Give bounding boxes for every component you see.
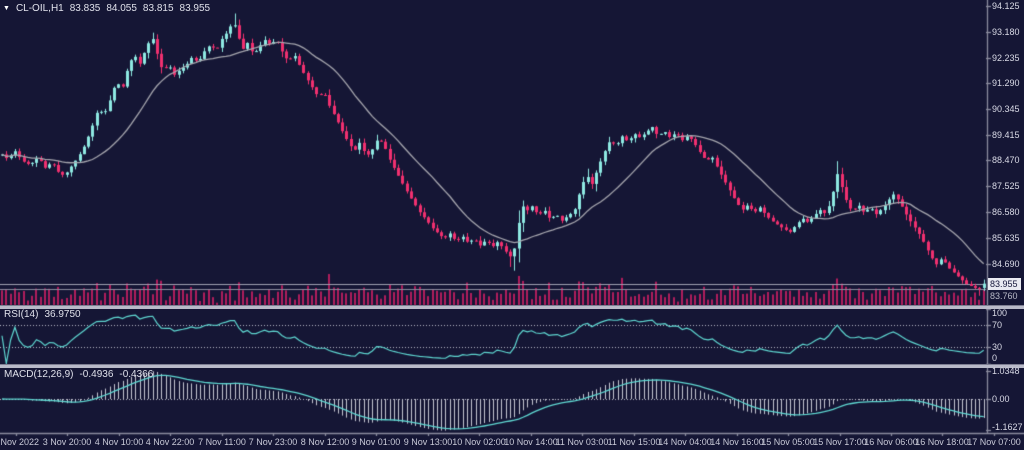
symbol-period-label: CL-OIL,H1	[16, 3, 64, 14]
macd-name: MACD(12,26,9)	[4, 369, 73, 380]
rsi-axis-label: 100	[992, 308, 1007, 318]
price-chart-canvas[interactable]	[0, 0, 1024, 450]
time-axis-label: 7 Nov 11:00	[198, 437, 246, 447]
panel-resize-handle-macd[interactable]	[0, 364, 1024, 368]
ohlc-high: 84.055	[106, 3, 137, 14]
price-axis-label: 91.290	[992, 78, 1020, 88]
time-axis-label: 4 Nov 22:00	[146, 437, 195, 447]
macd-indicator-label: MACD(12,26,9) -0.4936 -0.4366	[4, 369, 153, 380]
price-axis-label: 88.470	[992, 155, 1020, 165]
price-axis-label: 93.180	[992, 27, 1020, 37]
price-axis-label: 87.525	[992, 181, 1020, 191]
time-axis-label: 15 Nov 17:00	[813, 437, 867, 447]
rsi-axis-label: 30	[992, 342, 1002, 352]
time-axis-label: 3 Nov 20:00	[43, 437, 92, 447]
rsi-indicator-label: RSI(14) 36.9750	[4, 309, 81, 320]
rsi-name: RSI(14)	[4, 309, 38, 320]
price-axis-label: 94.125	[992, 1, 1020, 11]
current-price-badge: 83.955	[988, 278, 1021, 290]
time-axis-label: 10 Nov 14:00	[504, 437, 558, 447]
time-axis-label: 9 Nov 01:00	[352, 437, 401, 447]
macd-value: -0.4936	[79, 369, 113, 380]
panel-resize-handle-rsi[interactable]	[0, 305, 1024, 309]
time-axis-label: 4 Nov 10:00	[95, 437, 144, 447]
price-axis-label: 89.415	[992, 130, 1020, 140]
time-axis-label: 11 Nov 03:00	[556, 437, 609, 447]
price-axis-label: 85.635	[992, 233, 1020, 243]
time-axis-label: 14 Nov 16:00	[710, 437, 764, 447]
symbol-info-bar: ▼ CL-OIL,H1 83.835 84.055 83.815 83.955	[3, 3, 210, 14]
time-axis-label: 11 Nov 15:00	[608, 437, 661, 447]
time-axis-label: 8 Nov 12:00	[301, 437, 350, 447]
time-axis-label: 16 Nov 18:00	[915, 437, 969, 447]
time-axis-label: 9 Nov 13:00	[404, 437, 453, 447]
macd-axis-label: -1.1627	[992, 422, 1023, 432]
rsi-axis-label: 70	[992, 320, 1002, 330]
chart-expander-icon[interactable]: ▼	[3, 4, 10, 14]
price-axis-label: 84.690	[992, 259, 1020, 269]
time-axis-label: 14 Nov 04:00	[658, 437, 712, 447]
time-axis-label: 3 Nov 2022	[0, 437, 39, 447]
macd-axis-label: 1.0348	[992, 366, 1020, 376]
ohlc-close: 83.955	[180, 3, 211, 14]
ohlc-open: 83.835	[70, 3, 101, 14]
price-axis-label: 92.235	[992, 53, 1020, 63]
rsi-axis-label: 0	[992, 353, 997, 363]
price-axis-label: 90.345	[992, 104, 1020, 114]
time-axis-label: 16 Nov 06:00	[864, 437, 918, 447]
horizontal-line-price-label: 83.760	[990, 291, 1018, 301]
time-axis-label: 15 Nov 05:00	[761, 437, 815, 447]
time-axis-label: 17 Nov 07:00	[967, 437, 1021, 447]
ohlc-low: 83.815	[143, 3, 174, 14]
macd-axis-label: 0.00	[992, 394, 1010, 404]
time-axis-label: 7 Nov 23:00	[249, 437, 298, 447]
time-axis-label: 10 Nov 02:00	[452, 437, 506, 447]
macd-signal-value: -0.4366	[119, 369, 153, 380]
price-axis-label: 86.580	[992, 207, 1020, 217]
rsi-value: 36.9750	[44, 309, 80, 320]
trading-chart-window: ▼ CL-OIL,H1 83.835 84.055 83.815 83.955 …	[0, 0, 1024, 450]
